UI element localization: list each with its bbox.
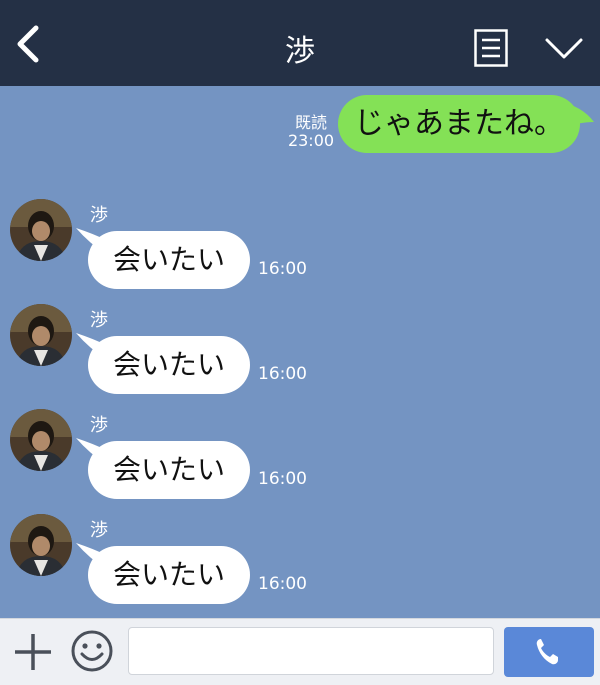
chat-title: 渉 bbox=[285, 34, 315, 69]
message-time: 16:00 bbox=[258, 364, 307, 384]
message-input[interactable] bbox=[128, 627, 494, 675]
avatar[interactable] bbox=[10, 199, 72, 261]
chat-header: 渉 bbox=[0, 0, 600, 86]
message-time: 16:00 bbox=[258, 259, 307, 279]
received-message-text: 会いたい bbox=[112, 243, 225, 276]
avatar[interactable] bbox=[10, 514, 72, 576]
avatar-photo bbox=[10, 514, 72, 576]
message-time: 16:00 bbox=[258, 574, 307, 594]
phone-icon bbox=[536, 639, 558, 665]
message-time: 16:00 bbox=[258, 469, 307, 489]
avatar-photo bbox=[10, 409, 72, 471]
chevron-down-icon[interactable] bbox=[544, 36, 584, 62]
sender-name: 渉 bbox=[90, 310, 108, 331]
received-message-text: 会いたい bbox=[112, 558, 225, 591]
plus-icon[interactable] bbox=[12, 631, 54, 673]
read-label: 既読 bbox=[294, 113, 327, 132]
received-message-text: 会いたい bbox=[112, 348, 225, 381]
sender-name: 渉 bbox=[90, 415, 108, 436]
avatar[interactable] bbox=[10, 409, 72, 471]
sent-message-text: じゃあまたね。 bbox=[354, 106, 564, 141]
smiley-icon[interactable] bbox=[70, 629, 114, 673]
read-receipt: 既読 23:00 bbox=[286, 114, 336, 150]
avatar-photo bbox=[10, 304, 72, 366]
sender-name: 渉 bbox=[90, 205, 108, 226]
call-button[interactable] bbox=[504, 627, 594, 677]
message-input-bar bbox=[0, 618, 600, 685]
notes-icon[interactable] bbox=[474, 29, 508, 67]
avatar[interactable] bbox=[10, 304, 72, 366]
received-message-text: 会いたい bbox=[112, 453, 225, 486]
avatar-photo bbox=[10, 199, 72, 261]
sent-time: 23:00 bbox=[287, 131, 335, 150]
sender-name: 渉 bbox=[90, 520, 108, 541]
